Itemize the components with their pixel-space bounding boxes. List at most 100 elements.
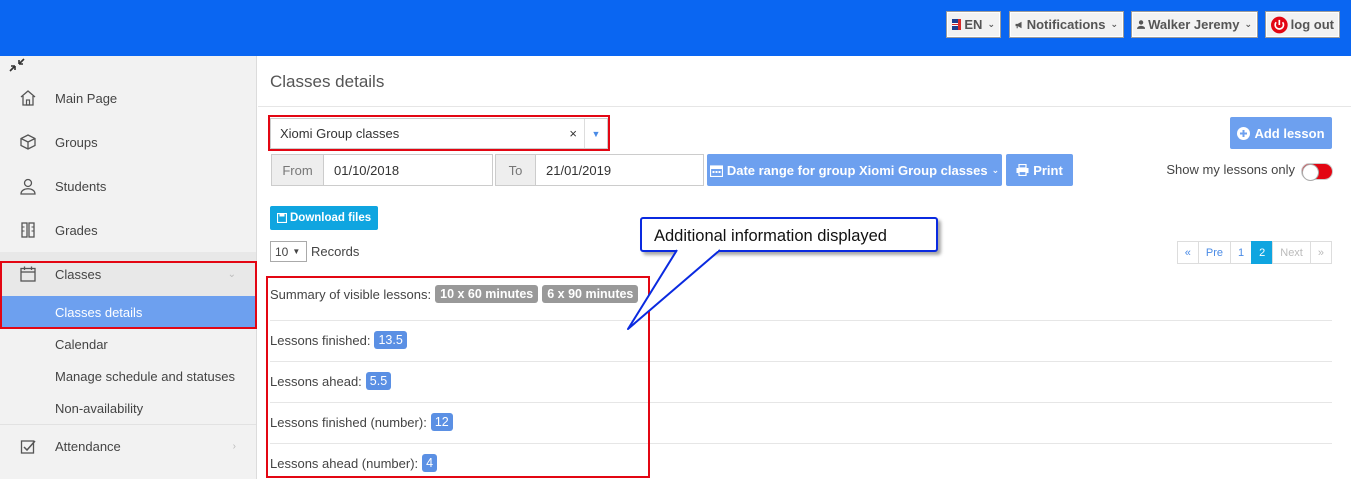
sidebar-item-grades[interactable]: Grades	[0, 208, 256, 252]
divider	[258, 106, 1351, 107]
notifications-dropdown[interactable]: Notifications ⌄	[1009, 11, 1124, 38]
stat-badge: 12	[430, 413, 453, 431]
callout-pointer	[627, 248, 721, 330]
save-icon	[277, 213, 287, 223]
show-my-lessons-label: Show my lessons only	[1166, 162, 1295, 177]
chevron-down-icon: ⌄	[1110, 19, 1118, 29]
chevron-down-icon[interactable]: ▼	[584, 119, 607, 148]
main-content: Classes details Xiomi Group classes × ▼ …	[258, 56, 1351, 479]
chevron-down-icon: ⌄	[991, 164, 1000, 175]
home-icon	[0, 89, 55, 107]
sidebar-item-classes[interactable]: Classes ⌄	[0, 252, 256, 296]
group-select-value: Xiomi Group classes	[280, 126, 400, 141]
language-label: EN	[964, 17, 983, 32]
divider	[270, 320, 1332, 321]
records-label: Records	[311, 244, 360, 259]
sidebar-subitem-manage-schedule[interactable]: Manage schedule and statuses	[0, 360, 256, 392]
stat-row-lessons-ahead-number: Lessons ahead (number): 4	[270, 454, 1332, 472]
stat-row-lessons-finished: Lessons finished: 13.5	[270, 331, 1332, 349]
uk-flag-icon	[952, 19, 962, 30]
page-2[interactable]: 2	[1251, 241, 1274, 264]
stat-badge: 5.5	[365, 372, 392, 390]
stat-badge: 4	[422, 454, 438, 472]
add-lesson-button[interactable]: Add lesson	[1230, 117, 1332, 149]
date-from-input[interactable]: 01/10/2018	[324, 154, 493, 186]
power-icon	[1271, 16, 1288, 33]
top-bar: EN ⌄ Notifications ⌄ Walker Jeremy ⌄ log…	[0, 0, 1351, 56]
notifications-label: Notifications	[1026, 17, 1106, 32]
sidebar-item-students[interactable]: Students	[0, 164, 256, 208]
printer-icon	[1016, 164, 1029, 176]
sidebar-item-label: Grades	[55, 222, 98, 238]
date-to-input[interactable]: 21/01/2019	[536, 154, 704, 186]
sidebar-item-label: Classes	[55, 266, 102, 282]
calendar-icon	[0, 265, 55, 283]
sidebar-subitem-non-availability[interactable]: Non-availability	[0, 392, 256, 424]
page-title: Classes details	[270, 72, 385, 91]
print-label: Print	[1033, 162, 1063, 178]
calendar-icon	[709, 164, 723, 177]
to-label: To	[495, 154, 536, 186]
user-dropdown[interactable]: Walker Jeremy ⌄	[1131, 11, 1258, 38]
clear-icon[interactable]: ×	[569, 126, 577, 141]
show-my-lessons-toggle[interactable]	[1301, 163, 1333, 181]
print-button[interactable]: Print	[1006, 154, 1073, 186]
summary-label: Summary of visible lessons:	[270, 286, 432, 302]
chevron-down-icon: ⌄	[1244, 19, 1252, 29]
sidebar-item-label: Main Page	[55, 90, 118, 106]
group-select[interactable]: Xiomi Group classes × ▼	[270, 118, 608, 149]
stat-row-lessons-ahead: Lessons ahead: 5.5	[270, 372, 1332, 390]
records-select[interactable]: 10 ▼	[270, 241, 307, 262]
from-label: From	[271, 154, 324, 186]
sidebar-item-label: Attendance	[55, 439, 121, 454]
page-prev[interactable]: Pre	[1197, 241, 1231, 264]
summary-badge: 10 x 60 minutes	[435, 285, 539, 303]
summary-row: Summary of visible lessons: 10 x 60 minu…	[270, 285, 1332, 303]
stat-badge: 13.5	[374, 331, 407, 349]
page-1[interactable]: 1	[1230, 241, 1253, 264]
checkbox-icon	[0, 438, 55, 456]
page-next[interactable]: Next	[1272, 241, 1311, 264]
add-lesson-label: Add lesson	[1254, 125, 1325, 141]
sidebar-subitem-classes-details[interactable]: Classes details	[0, 296, 256, 328]
user-icon	[0, 177, 55, 195]
stat-row-lessons-finished-number: Lessons finished (number): 12	[270, 413, 1332, 431]
language-dropdown[interactable]: EN ⌄	[946, 11, 1001, 38]
chevron-right-icon: ›	[232, 441, 236, 452]
sidebar-subitem-label: Non-availability	[55, 400, 144, 416]
page-last[interactable]: »	[1309, 241, 1332, 264]
annotation-callout: Additional information displayed	[640, 217, 938, 252]
stat-label: Lessons ahead (number):	[270, 455, 419, 471]
chevron-down-icon: ⌄	[227, 268, 236, 280]
sidebar-item-label: Students	[55, 178, 107, 194]
sidebar-item-main-page[interactable]: Main Page	[0, 76, 256, 120]
download-files-button[interactable]: Download files	[270, 206, 379, 230]
collapse-icon[interactable]	[9, 58, 25, 75]
ruler-icon	[0, 221, 55, 239]
page-first[interactable]: «	[1176, 241, 1199, 264]
divider	[270, 361, 1332, 362]
sidebar-subitem-calendar[interactable]: Calendar	[0, 328, 256, 360]
plus-circle-icon	[1237, 126, 1251, 140]
stat-label: Lessons finished:	[270, 332, 371, 348]
sidebar-subitem-label: Calendar	[55, 336, 108, 352]
pagination: « Pre 1 2 Next »	[1176, 241, 1332, 264]
sidebar-item-label: Groups	[55, 134, 98, 150]
download-files-label: Download files	[290, 212, 372, 224]
sidebar-item-attendance[interactable]: Attendance ›	[0, 424, 256, 468]
date-to-group: To 21/01/2019	[495, 154, 704, 186]
logout-button[interactable]: log out	[1265, 11, 1340, 38]
sidebar-subitem-label: Classes details	[55, 304, 143, 320]
megaphone-icon	[1015, 21, 1022, 28]
callout-text: Additional information displayed	[654, 227, 887, 245]
date-range-label: Date range for group Xiomi Group classes	[726, 162, 988, 178]
divider	[270, 443, 1332, 444]
date-range-button[interactable]: Date range for group Xiomi Group classes…	[707, 154, 1002, 186]
records-select-value: 10	[275, 244, 289, 259]
sidebar: Main Page Groups Students Grades Classes…	[0, 56, 257, 479]
user-name: Walker Jeremy	[1148, 17, 1240, 32]
sidebar-item-groups[interactable]: Groups	[0, 120, 256, 164]
logout-label: log out	[1290, 17, 1334, 32]
user-icon	[1137, 20, 1146, 29]
sidebar-subitem-label: Manage schedule and statuses	[55, 368, 235, 384]
